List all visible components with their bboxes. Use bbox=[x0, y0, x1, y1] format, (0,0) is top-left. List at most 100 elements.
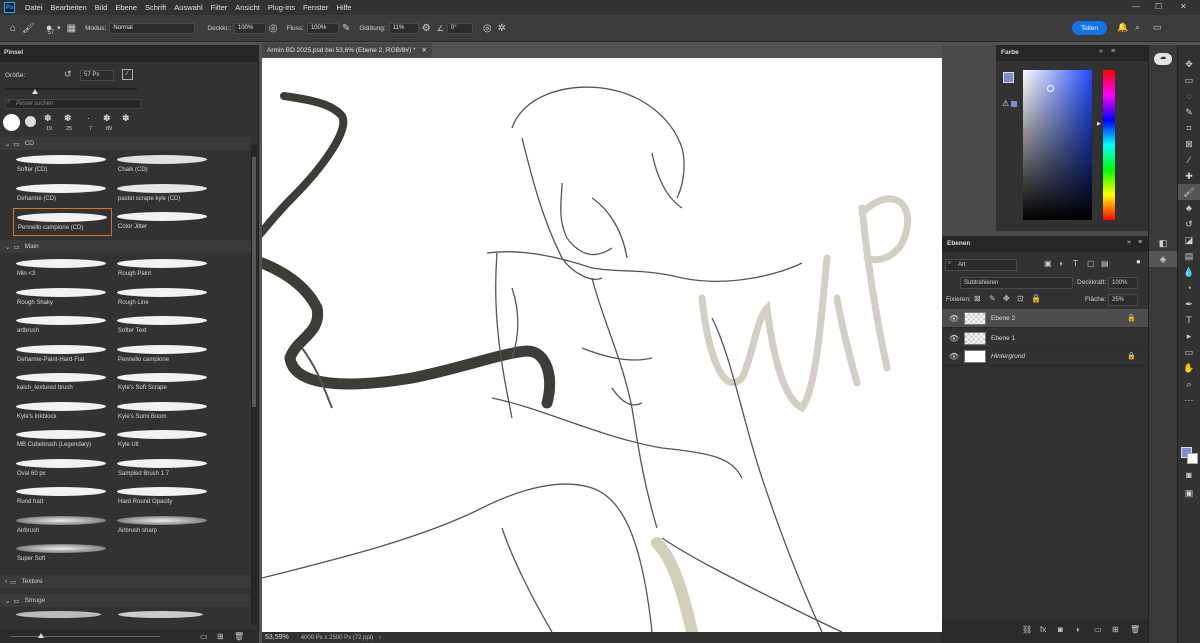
brush-tool-icon[interactable]: 🖌 bbox=[22, 23, 35, 34]
lock-pixels-icon[interactable]: ✎ bbox=[989, 294, 996, 303]
artboard-icon[interactable]: ⊡ bbox=[1017, 294, 1024, 303]
brush-item[interactable]: Min <3 bbox=[13, 255, 112, 283]
chevron-right-icon[interactable]: › bbox=[379, 635, 381, 641]
brush-item[interactable]: Airbrush sharp bbox=[114, 512, 213, 540]
canvas[interactable] bbox=[262, 58, 942, 632]
brush-item[interactable]: Kyle's Inkblock bbox=[13, 398, 112, 426]
move-tool-icon[interactable]: ✥ bbox=[1178, 56, 1200, 72]
eye-icon[interactable]: 👁 bbox=[947, 314, 961, 323]
lock-position-icon[interactable]: ✥ bbox=[1003, 294, 1010, 303]
brush-item[interactable]: Hard Round Opacity bbox=[114, 483, 213, 511]
preset-brush-icon[interactable]: ✽ bbox=[64, 113, 72, 124]
rectangle-tool-icon[interactable]: ▭ bbox=[1178, 344, 1200, 360]
maximize-icon[interactable]: ☐ bbox=[1155, 2, 1162, 11]
crop-tool-icon[interactable]: ⌗ bbox=[1178, 120, 1200, 136]
brush-item[interactable]: Kyle's Soft Scrape bbox=[114, 369, 213, 397]
preset-brush-icon[interactable]: ✽ bbox=[103, 113, 111, 124]
brush-panel-tab[interactable]: Pinsel bbox=[0, 45, 259, 62]
slider-handle[interactable] bbox=[38, 633, 44, 638]
airbrush-icon[interactable]: ✎ bbox=[342, 23, 350, 34]
blur-tool-icon[interactable]: 💧 bbox=[1178, 264, 1200, 280]
brush-item[interactable]: Softer (CD) bbox=[13, 151, 112, 179]
size-field[interactable]: 57 Px bbox=[80, 70, 114, 81]
folder-texture[interactable]: › ▭ Texture bbox=[0, 575, 250, 588]
bell-icon[interactable]: 🔔 bbox=[1117, 22, 1128, 33]
gear-icon[interactable]: ⚙ bbox=[422, 23, 431, 34]
preset-brush-icon[interactable]: ∙ bbox=[87, 113, 90, 123]
share-button[interactable]: Teilen bbox=[1072, 21, 1107, 35]
layer-style-icon[interactable]: fx bbox=[1040, 625, 1046, 634]
brush-item[interactable]: Pennello campione bbox=[114, 341, 213, 369]
brush-item[interactable]: kaish_textured brush bbox=[13, 369, 112, 397]
layer-row[interactable]: 👁 Ebene 1 bbox=[942, 329, 1148, 348]
new-brush-icon[interactable]: ⊞ bbox=[217, 632, 224, 641]
menu-datei[interactable]: Datei bbox=[21, 3, 47, 12]
layer-name[interactable]: Ebene 2 bbox=[991, 315, 1127, 322]
mode-select[interactable]: Normal bbox=[109, 22, 196, 34]
color-field[interactable] bbox=[1023, 70, 1092, 220]
preset-hard-round[interactable] bbox=[3, 114, 20, 131]
scrollbar[interactable] bbox=[251, 145, 257, 625]
preset-soft-round[interactable] bbox=[25, 116, 36, 127]
lock-all-icon[interactable]: 🔒 bbox=[1031, 294, 1041, 303]
preview-size-slider[interactable] bbox=[10, 636, 160, 637]
brush-item[interactable]: Chalk (CD) bbox=[114, 151, 213, 179]
trash-icon[interactable]: 🗑 bbox=[1130, 625, 1140, 634]
pen-tool-icon[interactable]: ✒ bbox=[1178, 296, 1200, 312]
brush-item[interactable]: Super Soft bbox=[13, 540, 112, 568]
filter-toggle-icon[interactable]: ● bbox=[1136, 257, 1141, 266]
search-icon[interactable]: ⌕ bbox=[1135, 22, 1140, 33]
brush-item[interactable]: Color Jitter bbox=[114, 208, 213, 236]
layer-filter-select[interactable]: Art bbox=[945, 259, 1017, 271]
blend-mode-select[interactable]: Subtrahieren bbox=[960, 277, 1073, 289]
brush-item[interactable]: Softer Text bbox=[114, 312, 213, 340]
type-tool-icon[interactable]: T bbox=[1178, 312, 1200, 328]
close-icon[interactable]: ✕ bbox=[1180, 2, 1187, 11]
brush-item[interactable]: artbrush bbox=[13, 312, 112, 340]
web-safe-swatch[interactable] bbox=[1011, 101, 1017, 107]
brush-tool-icon[interactable]: 🖌 bbox=[1178, 184, 1200, 200]
preset-brush-icon[interactable]: ✽ bbox=[44, 113, 52, 124]
hue-slider[interactable] bbox=[1103, 70, 1115, 220]
preset-brush-icon[interactable]: ✽ bbox=[122, 113, 130, 124]
filter-shape-icon[interactable]: ▢ bbox=[1087, 259, 1095, 268]
symmetry-icon[interactable]: ✲ bbox=[498, 23, 506, 34]
collapse-icon[interactable]: » bbox=[1127, 239, 1131, 246]
more-tools-icon[interactable]: ⋯ bbox=[1178, 392, 1200, 408]
layer-name[interactable]: Ebene 1 bbox=[991, 335, 1148, 342]
history-brush-icon[interactable]: ↺ bbox=[1178, 216, 1200, 232]
menu-filter[interactable]: Filter bbox=[207, 3, 232, 12]
preset-size-3[interactable]: 7 bbox=[89, 126, 92, 132]
artboard-tool-icon[interactable]: ▭ bbox=[1178, 72, 1200, 88]
brush-search-input[interactable]: Pinsel suchen bbox=[5, 99, 141, 109]
smudge-brush-preview[interactable] bbox=[16, 611, 101, 618]
menu-ansicht[interactable]: Ansicht bbox=[231, 3, 264, 12]
angle-field[interactable]: 0° bbox=[446, 22, 473, 34]
folder-cd[interactable]: ⌄ ▭ CD bbox=[0, 137, 250, 150]
home-icon[interactable]: ⌂ bbox=[10, 23, 16, 34]
quick-mask-icon[interactable]: ◙ bbox=[1178, 467, 1200, 483]
panel-menu-icon[interactable]: ≡ bbox=[1111, 48, 1115, 55]
layer-row-selected[interactable]: 👁 Ebene 2 🔒 bbox=[942, 309, 1148, 328]
path-select-icon[interactable]: ▸ bbox=[1178, 328, 1200, 344]
gradient-tool-icon[interactable]: ▤ bbox=[1178, 248, 1200, 264]
brush-settings-icon[interactable]: ▦ bbox=[67, 23, 76, 34]
hue-slider-marker[interactable]: ▶ bbox=[1097, 121, 1101, 127]
zoom-tool-icon[interactable]: ⌕ bbox=[1178, 376, 1200, 392]
layer-mask-icon[interactable]: ◙ bbox=[1058, 625, 1063, 634]
menu-bearbeiten[interactable]: Bearbeiten bbox=[47, 3, 91, 12]
layer-opacity-field[interactable]: 100% bbox=[1108, 277, 1138, 289]
zoom-level[interactable]: 53,59% bbox=[265, 634, 289, 641]
preset-size-2[interactable]: 25 bbox=[66, 126, 72, 132]
menu-ebene[interactable]: Ebene bbox=[111, 3, 141, 12]
folder-main[interactable]: ⌄ ▭ Main bbox=[0, 240, 250, 253]
background-color-swatch[interactable] bbox=[1187, 453, 1198, 464]
brush-item[interactable]: Deharme (CD) bbox=[13, 180, 112, 208]
color-panel-tab[interactable]: Farbe bbox=[1001, 49, 1019, 56]
brush-flip-icon[interactable]: ⁄ bbox=[122, 69, 133, 80]
brush-item[interactable]: Oval 60 px bbox=[13, 455, 112, 483]
hand-tool-icon[interactable]: ✋ bbox=[1178, 360, 1200, 376]
brush-item[interactable]: MB Cubebrush (Legendary) bbox=[13, 426, 112, 454]
size-slider-track[interactable] bbox=[5, 88, 137, 90]
brush-item[interactable]: Deharme-Paint-Hard-Flat bbox=[13, 341, 112, 369]
